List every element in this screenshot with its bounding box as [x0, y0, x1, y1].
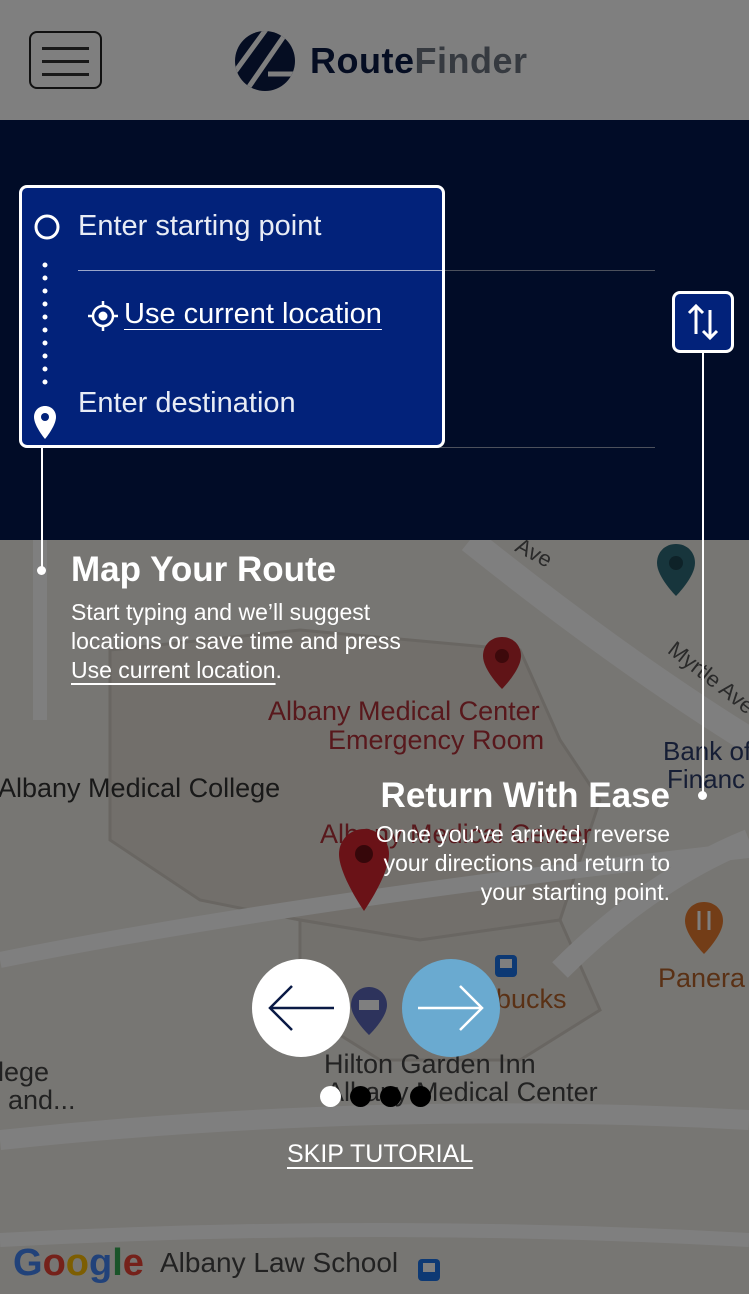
swap-directions-button[interactable] [672, 291, 734, 353]
swap-arrows-icon [687, 303, 719, 341]
callout-line [41, 448, 43, 570]
tip-body-text: . [275, 657, 282, 683]
tip-body-text: Start typing and we’ll suggest locations… [71, 599, 401, 654]
pagination-dot[interactable] [380, 1086, 401, 1107]
previous-button[interactable] [252, 959, 350, 1057]
arrow-left-icon [268, 985, 334, 1031]
tip-current-location-link[interactable]: Use current location [71, 657, 276, 683]
crosshair-location-icon[interactable] [88, 301, 118, 331]
start-point-input[interactable]: Enter starting point [78, 210, 321, 243]
arrow-right-icon [418, 985, 484, 1031]
callout-dot [37, 566, 46, 575]
destination-pin-icon [34, 406, 56, 439]
callout-line [702, 353, 704, 796]
route-dotted-line-icon [42, 262, 48, 385]
tip-body-map-route: Start typing and we’ll suggest locations… [71, 598, 401, 685]
pagination-dots [320, 1086, 431, 1107]
use-current-location-link[interactable]: Use current location [124, 298, 382, 331]
input-divider [78, 270, 445, 271]
next-button[interactable] [402, 959, 500, 1057]
start-point-circle-icon [34, 214, 60, 240]
destination-input[interactable]: Enter destination [78, 387, 296, 420]
pagination-dot[interactable] [410, 1086, 431, 1107]
tip-title-return: Return With Ease [380, 776, 670, 815]
callout-dot [698, 791, 707, 800]
pagination-dot[interactable] [320, 1086, 341, 1107]
route-input-highlight: Enter starting point Use current locatio… [19, 185, 445, 448]
skip-tutorial-link[interactable]: SKIP TUTORIAL [287, 1140, 473, 1169]
tip-body-return: Once you’ve arrived, reverse your direct… [375, 821, 670, 905]
pagination-dot[interactable] [350, 1086, 371, 1107]
tip-title-map-route: Map Your Route [71, 550, 337, 589]
